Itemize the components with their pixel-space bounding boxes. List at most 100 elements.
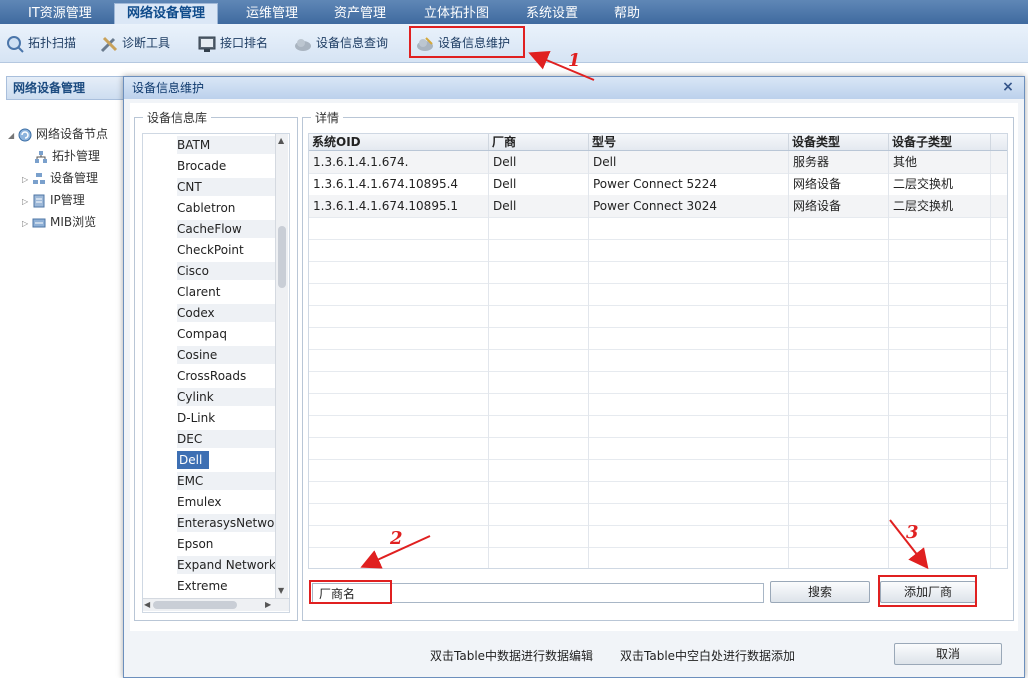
device-oid-table[interactable]: 系统OID 厂商 型号 设备类型 设备子类型 1.3.6.1.4.1.674. D…: [308, 133, 1008, 569]
table-cell[interactable]: [789, 217, 889, 239]
table-cell[interactable]: 其他: [889, 151, 991, 173]
table-empty-row[interactable]: [309, 217, 1007, 240]
table-cell[interactable]: [589, 547, 789, 568]
vendor-list-item[interactable]: DEC: [177, 430, 275, 448]
table-cell[interactable]: [589, 393, 789, 415]
table-cell[interactable]: 1.3.6.1.4.1.674.10895.1: [309, 195, 489, 217]
vendor-list-item[interactable]: Cosine: [177, 346, 275, 364]
table-cell[interactable]: [489, 503, 589, 525]
vendor-list-item[interactable]: Dell: [177, 451, 209, 469]
table-empty-row[interactable]: [309, 239, 1007, 262]
vendor-list-item[interactable]: Extreme: [177, 577, 275, 595]
table-cell[interactable]: [789, 481, 889, 503]
table-empty-row[interactable]: [309, 437, 1007, 460]
table-cell[interactable]: [489, 239, 589, 261]
vendor-list-item[interactable]: CrossRoads: [177, 367, 275, 385]
table-cell[interactable]: [489, 349, 589, 371]
table-cell[interactable]: [889, 547, 991, 568]
table-cell[interactable]: [309, 261, 489, 283]
scroll-right-icon[interactable]: ▶: [265, 600, 271, 609]
menu-3d-topology[interactable]: 立体拓扑图: [412, 4, 501, 24]
vendor-list-item[interactable]: Clarent: [177, 283, 275, 301]
table-cell[interactable]: [789, 503, 889, 525]
table-cell[interactable]: [789, 415, 889, 437]
table-cell[interactable]: 网络设备: [789, 195, 889, 217]
column-header-oid[interactable]: 系统OID: [309, 134, 489, 150]
table-cell[interactable]: [889, 371, 991, 393]
table-empty-row[interactable]: [309, 305, 1007, 328]
table-cell[interactable]: [489, 283, 589, 305]
table-cell[interactable]: [489, 327, 589, 349]
menu-assets[interactable]: 资产管理: [322, 4, 398, 24]
table-empty-row[interactable]: [309, 349, 1007, 372]
table-empty-row[interactable]: [309, 459, 1007, 482]
table-cell[interactable]: [789, 261, 889, 283]
table-cell[interactable]: [309, 349, 489, 371]
column-header-device-type[interactable]: 设备类型: [789, 134, 889, 150]
vendor-list-item[interactable]: Codex: [177, 304, 275, 322]
table-cell[interactable]: [889, 305, 991, 327]
table-cell[interactable]: [889, 217, 991, 239]
table-row[interactable]: 1.3.6.1.4.1.674.10895.4 Dell Power Connect…: [309, 173, 1007, 196]
table-empty-row[interactable]: [309, 481, 1007, 504]
table-cell[interactable]: [589, 415, 789, 437]
vertical-scroll-thumb[interactable]: [278, 226, 286, 288]
table-cell[interactable]: [489, 459, 589, 481]
table-empty-row[interactable]: [309, 525, 1007, 548]
table-cell[interactable]: [489, 525, 589, 547]
table-cell[interactable]: 服务器: [789, 151, 889, 173]
table-cell[interactable]: Power Connect 5224: [589, 173, 789, 195]
vendor-list-item[interactable]: Cylink: [177, 388, 275, 406]
table-cell[interactable]: [789, 393, 889, 415]
table-cell[interactable]: [309, 371, 489, 393]
table-cell[interactable]: [489, 261, 589, 283]
table-cell[interactable]: [309, 283, 489, 305]
vendor-list-item[interactable]: Cisco: [177, 262, 275, 280]
close-icon[interactable]: ×: [1000, 79, 1016, 95]
table-cell[interactable]: [889, 283, 991, 305]
table-cell[interactable]: [889, 415, 991, 437]
table-cell[interactable]: [309, 239, 489, 261]
table-cell[interactable]: 网络设备: [789, 173, 889, 195]
table-cell[interactable]: [489, 437, 589, 459]
menu-it-resources[interactable]: IT资源管理: [16, 4, 104, 24]
table-cell[interactable]: 1.3.6.1.4.1.674.10895.4: [309, 173, 489, 195]
vendor-list-item[interactable]: CNT: [177, 178, 275, 196]
table-cell[interactable]: Dell: [489, 195, 589, 217]
table-cell[interactable]: 二层交换机: [889, 195, 991, 217]
table-cell[interactable]: [489, 481, 589, 503]
table-cell[interactable]: [889, 349, 991, 371]
menu-operations[interactable]: 运维管理: [234, 4, 310, 24]
table-empty-row[interactable]: [309, 393, 1007, 416]
table-cell[interactable]: [309, 217, 489, 239]
cancel-button[interactable]: 取消: [894, 643, 1002, 665]
table-cell[interactable]: [589, 327, 789, 349]
table-cell[interactable]: [789, 547, 889, 568]
table-cell[interactable]: [889, 261, 991, 283]
tree-item-ip-mgmt[interactable]: ▷ IP管理: [22, 190, 85, 210]
table-cell[interactable]: [489, 217, 589, 239]
vendor-list-item[interactable]: CacheFlow: [177, 220, 275, 238]
table-cell[interactable]: [309, 481, 489, 503]
topology-scan-tool[interactable]: 拓扑扫描: [6, 32, 76, 54]
table-cell[interactable]: [309, 503, 489, 525]
vendor-list-item[interactable]: D-Link: [177, 409, 275, 427]
table-cell[interactable]: [489, 547, 589, 568]
table-cell[interactable]: [589, 459, 789, 481]
table-cell[interactable]: [309, 415, 489, 437]
menu-network-device-mgmt[interactable]: 网络设备管理: [114, 3, 219, 25]
table-cell[interactable]: [589, 525, 789, 547]
column-header-model[interactable]: 型号: [589, 134, 789, 150]
table-cell[interactable]: [589, 217, 789, 239]
table-cell[interactable]: [789, 437, 889, 459]
table-cell[interactable]: [889, 459, 991, 481]
tree-expand-icon[interactable]: ▷: [22, 219, 28, 228]
tree-root-network-nodes[interactable]: ◢ 网络设备节点: [8, 124, 108, 144]
table-cell[interactable]: [489, 305, 589, 327]
table-row[interactable]: 1.3.6.1.4.1.674. Dell Dell 服务器 其他: [309, 151, 1007, 174]
interface-ranking-tool[interactable]: 接口排名: [198, 32, 268, 54]
vendor-list-item[interactable]: CheckPoint: [177, 241, 275, 259]
tree-expand-icon[interactable]: ▷: [22, 175, 28, 184]
menu-system-settings[interactable]: 系统设置: [514, 4, 590, 24]
table-empty-row[interactable]: [309, 547, 1007, 568]
